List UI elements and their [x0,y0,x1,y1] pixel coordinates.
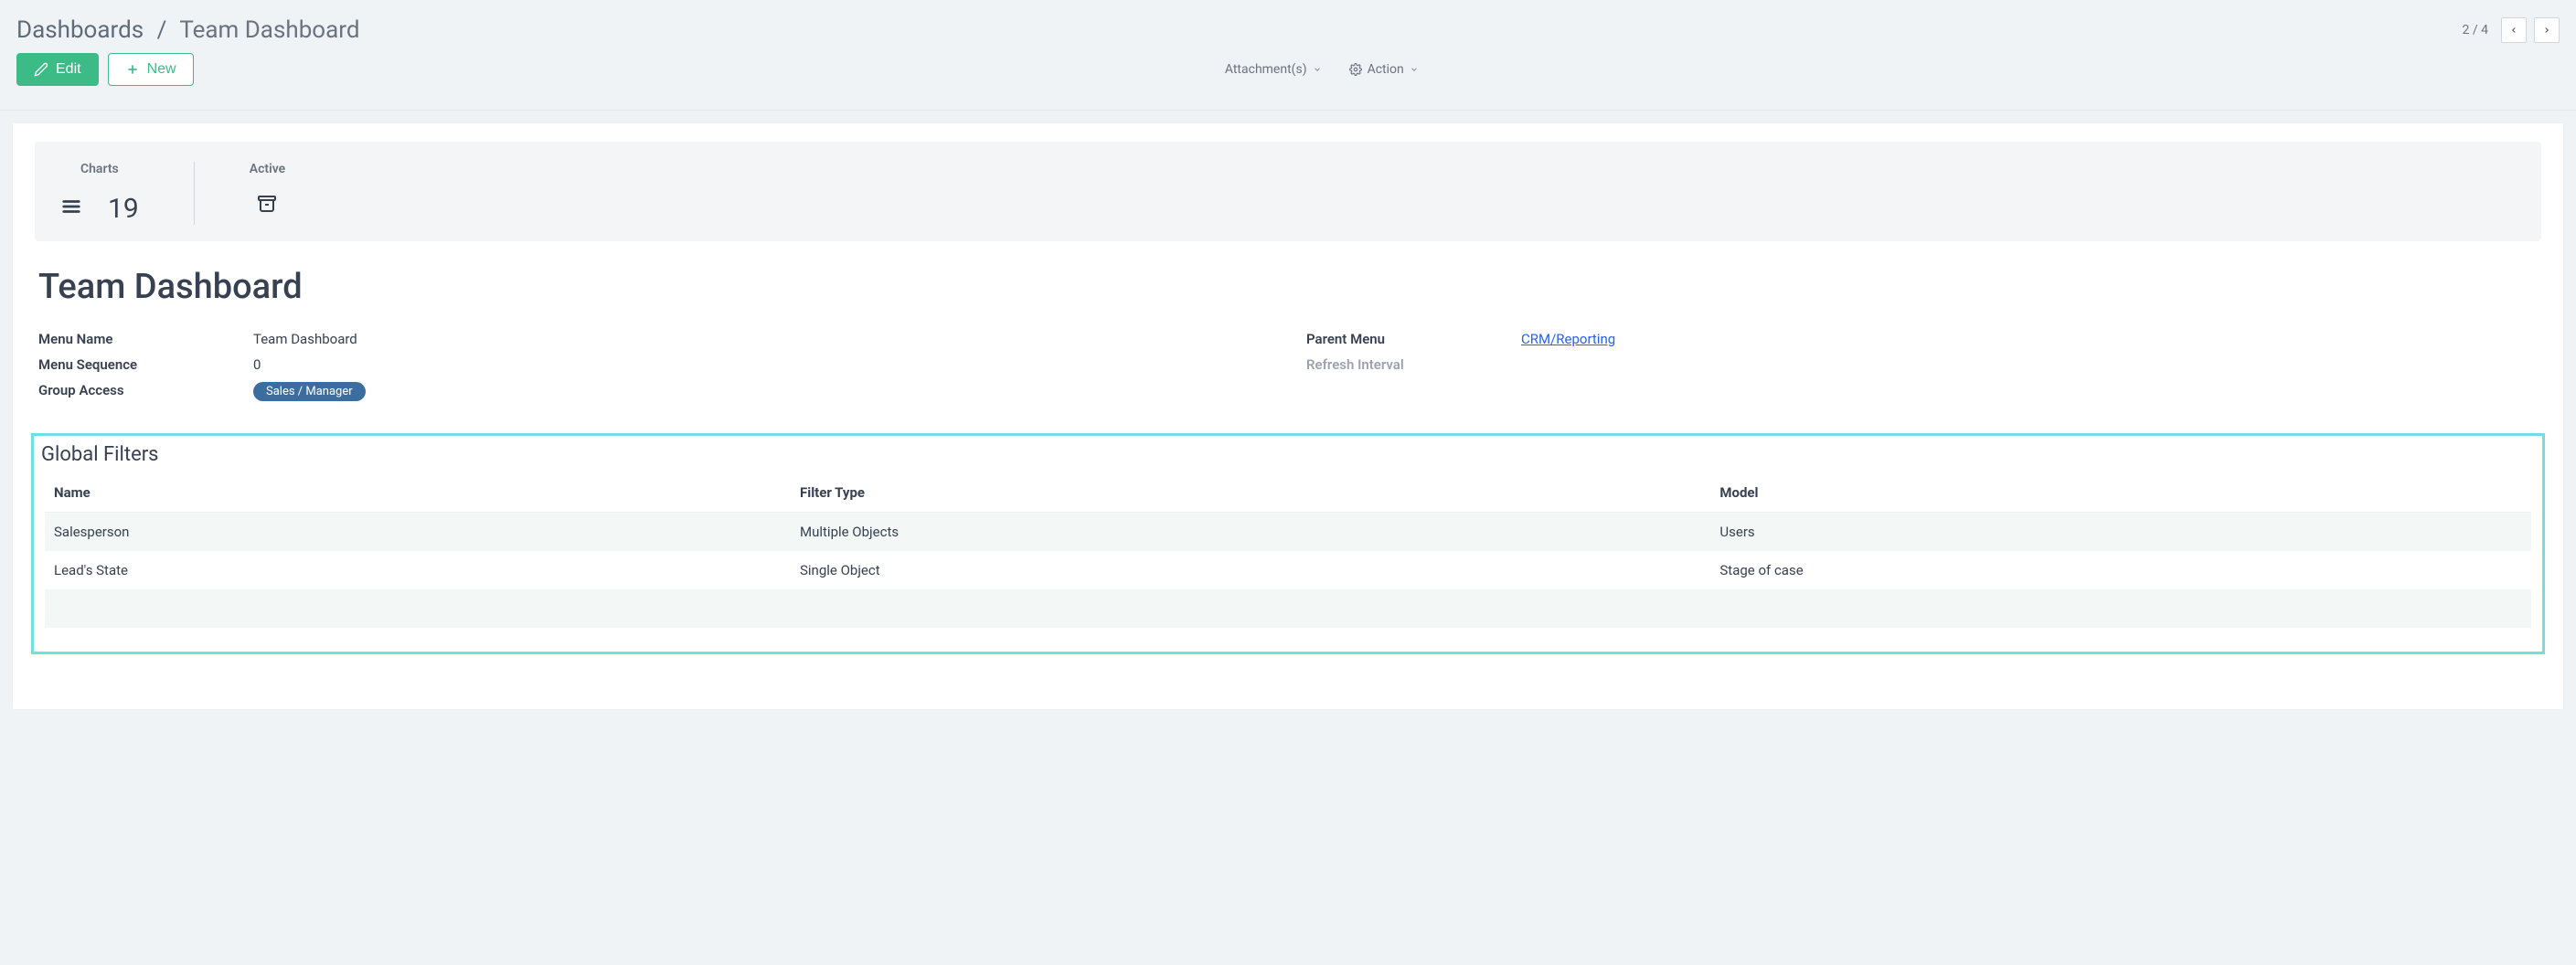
pager-prev-button[interactable] [2501,17,2527,43]
chevron-left-icon [2509,26,2518,35]
archive-icon [256,193,278,221]
pager-count: 2 / 4 [2463,23,2488,37]
group-access-label: Group Access [38,382,253,398]
gf-row-type: Multiple Objects [791,513,1710,552]
gear-icon [1349,63,1362,76]
global-filters-title: Global Filters [41,443,2537,466]
menu-sequence-value: 0 [253,356,261,373]
gf-row-model: Users [1710,513,2531,552]
breadcrumb-root[interactable]: Dashboards [16,16,144,44]
action-label: Action [1368,62,1404,77]
page-title: Team Dashboard [38,267,2538,307]
parent-menu-label: Parent Menu [1306,331,1521,347]
stat-charts-count: 19 [108,193,139,225]
details-grid: Menu Name Team Dashboard Menu Sequence 0… [38,331,2538,408]
attachments-dropdown[interactable]: Attachment(s) [1225,62,1322,77]
plus-icon [125,62,140,77]
pager: 2 / 4 [2463,17,2560,43]
pager-next-button[interactable] [2534,17,2560,43]
gf-col-name[interactable]: Name [45,473,791,513]
parent-menu-link[interactable]: CRM/Reporting [1521,331,1615,347]
edit-button[interactable]: Edit [16,53,99,86]
gf-row-type: Single Object [791,551,1710,589]
global-filters-section: Global Filters Name Filter Type Model Sa… [31,433,2545,654]
table-row[interactable]: Lead's State Single Object Stage of case [45,551,2531,589]
global-filters-table: Name Filter Type Model Salesperson Multi… [45,473,2531,628]
gf-row-name: Salesperson [45,513,791,552]
chevron-down-icon [1313,65,1322,74]
gf-row-model: Stage of case [1710,551,2531,589]
stat-divider [194,162,195,225]
stat-charts-label: Charts [80,162,119,176]
group-access-tag[interactable]: Sales / Manager [253,382,366,401]
pencil-icon [34,62,48,77]
chevron-down-icon [1410,65,1419,74]
attachments-label: Attachment(s) [1225,62,1307,77]
stat-bar: Charts 19 Active [35,142,2541,241]
table-row-empty[interactable] [45,589,2531,628]
pager-index: 2 [2463,23,2470,37]
refresh-interval-label: Refresh Interval [1306,356,1521,373]
stat-active[interactable]: Active [250,162,285,225]
menu-name-value: Team Dashboard [253,331,357,347]
gf-col-model[interactable]: Model [1710,473,2531,513]
new-button-label: New [147,61,176,78]
stat-charts[interactable]: Charts 19 [60,162,139,225]
action-dropdown[interactable]: Action [1349,62,1419,77]
stat-active-label: Active [250,162,285,176]
pager-total: 4 [2481,23,2488,37]
bars-icon [60,196,82,223]
breadcrumb: Dashboards / Team Dashboard [16,16,360,44]
main-card: Charts 19 Active Team Dashboard Menu Nam… [13,123,2563,709]
menu-name-label: Menu Name [38,331,253,347]
breadcrumb-current: Team Dashboard [179,16,359,44]
chevron-right-icon [2542,26,2551,35]
breadcrumb-separator: / [157,16,167,44]
gf-col-filter-type[interactable]: Filter Type [791,473,1710,513]
new-button[interactable]: New [108,53,194,86]
table-row[interactable]: Salesperson Multiple Objects Users [45,513,2531,552]
edit-button-label: Edit [56,61,81,78]
gf-row-name: Lead's State [45,551,791,589]
menu-sequence-label: Menu Sequence [38,356,253,373]
